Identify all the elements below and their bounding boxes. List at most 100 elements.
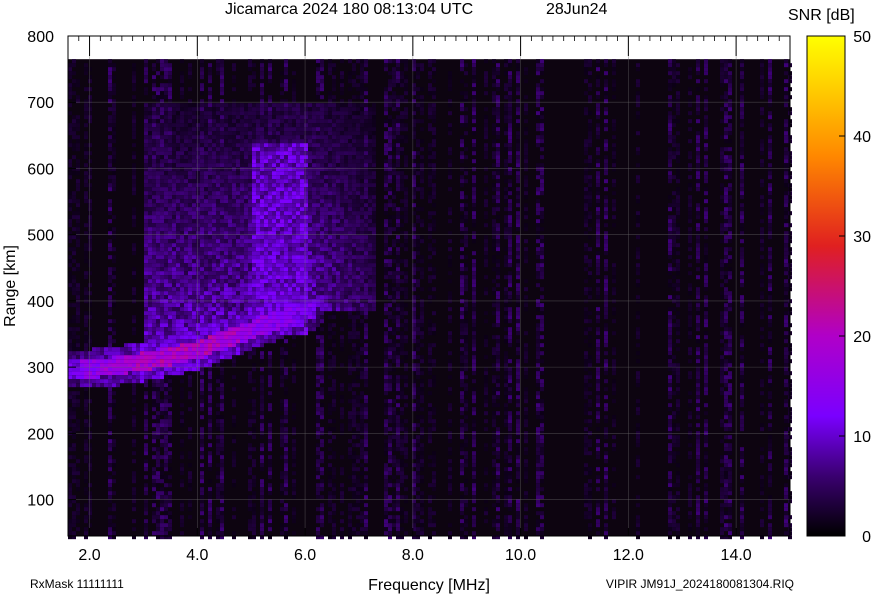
heatmap-cell	[284, 487, 288, 492]
heatmap-cell	[68, 263, 72, 268]
heatmap-cell	[224, 239, 228, 244]
heatmap-cell	[168, 379, 172, 384]
heatmap-cell	[72, 463, 76, 468]
heatmap-cell	[168, 147, 172, 152]
heatmap-cell	[76, 403, 80, 408]
heatmap-cell	[332, 119, 336, 124]
heatmap-cell	[344, 103, 348, 108]
heatmap-cell	[272, 111, 276, 116]
heatmap-cell	[264, 199, 268, 204]
heatmap-cell	[304, 247, 308, 252]
heatmap-cell	[168, 175, 172, 180]
heatmap-cell	[320, 443, 324, 448]
heatmap-cell	[268, 227, 272, 232]
heatmap-cell	[68, 159, 72, 164]
heatmap-cell	[328, 195, 332, 200]
heatmap-cell	[304, 227, 308, 232]
heatmap-cell	[248, 211, 252, 216]
heatmap-cell	[200, 527, 204, 532]
heatmap-cell	[160, 95, 164, 100]
heatmap-cell	[212, 199, 216, 204]
heatmap-cell	[108, 115, 112, 120]
heatmap-cell	[252, 159, 256, 164]
heatmap-cell	[180, 351, 184, 356]
heatmap-cell	[132, 79, 136, 84]
heatmap-cell	[188, 203, 192, 208]
heatmap-cell	[340, 215, 344, 220]
heatmap-cell	[336, 259, 340, 264]
heatmap-cell	[312, 315, 316, 320]
heatmap-cell	[168, 395, 172, 400]
heatmap-cell	[92, 383, 96, 388]
heatmap-cell	[292, 327, 296, 332]
heatmap-cell	[284, 263, 288, 268]
heatmap-cell	[296, 291, 300, 296]
heatmap-cell	[148, 311, 152, 316]
heatmap-cell	[160, 335, 164, 340]
heatmap-cell	[320, 67, 324, 72]
heatmap-cell	[312, 303, 316, 308]
heatmap-cell	[184, 147, 188, 152]
heatmap-cell	[276, 307, 280, 312]
heatmap-cell	[260, 279, 264, 284]
heatmap-cell	[212, 347, 216, 352]
heatmap-cell	[212, 139, 216, 144]
heatmap-cell	[212, 143, 216, 148]
heatmap-cell	[292, 167, 296, 172]
heatmap-cell	[320, 307, 324, 312]
heatmap-cell	[192, 307, 196, 312]
heatmap-cell	[320, 459, 324, 464]
heatmap-cell	[256, 251, 260, 256]
heatmap-cell	[344, 235, 348, 240]
heatmap-cell	[252, 511, 256, 516]
heatmap-cell	[132, 443, 136, 448]
heatmap-cell	[280, 91, 284, 96]
heatmap-cell	[244, 287, 248, 292]
heatmap-cell	[256, 215, 260, 220]
heatmap-cell	[256, 159, 260, 164]
heatmap-cell	[232, 223, 236, 228]
heatmap-cell	[260, 487, 264, 492]
heatmap-cell	[268, 383, 272, 388]
heatmap-cell	[264, 239, 268, 244]
heatmap-cell	[188, 463, 192, 468]
heatmap-cell	[164, 511, 168, 516]
heatmap-cell	[108, 455, 112, 460]
heatmap-cell	[328, 111, 332, 116]
heatmap-cell	[212, 291, 216, 296]
heatmap-cell	[244, 275, 248, 280]
heatmap-cell	[268, 127, 272, 132]
heatmap-cell	[72, 191, 76, 196]
heatmap-cell	[340, 279, 344, 284]
heatmap-cell	[192, 111, 196, 116]
heatmap-cell	[340, 159, 344, 164]
heatmap-cell	[100, 363, 104, 368]
heatmap-cell	[164, 331, 168, 336]
heatmap-cell	[164, 91, 168, 96]
heatmap-cell	[144, 139, 148, 144]
heatmap-cell	[324, 307, 328, 312]
heatmap-cell	[148, 339, 152, 344]
heatmap-cell	[232, 347, 236, 352]
heatmap-cell	[268, 255, 272, 260]
heatmap-cell	[152, 343, 156, 348]
heatmap-cell	[112, 303, 116, 308]
heatmap-cell	[168, 375, 172, 380]
heatmap-cell	[344, 199, 348, 204]
heatmap-cell	[196, 255, 200, 260]
heatmap-cell	[236, 111, 240, 116]
heatmap-cell	[304, 163, 308, 168]
heatmap-cell	[164, 371, 168, 376]
heatmap-cell	[160, 211, 164, 216]
heatmap-cell	[312, 111, 316, 116]
heatmap-cell	[332, 147, 336, 152]
heatmap-cell	[172, 147, 176, 152]
heatmap-cell	[152, 479, 156, 484]
heatmap-cell	[236, 347, 240, 352]
heatmap-cell	[244, 243, 248, 248]
heatmap-cell	[276, 235, 280, 240]
heatmap-cell	[248, 223, 252, 228]
heatmap-cell	[144, 251, 148, 256]
heatmap-cell	[312, 123, 316, 128]
heatmap-cell	[264, 307, 268, 312]
